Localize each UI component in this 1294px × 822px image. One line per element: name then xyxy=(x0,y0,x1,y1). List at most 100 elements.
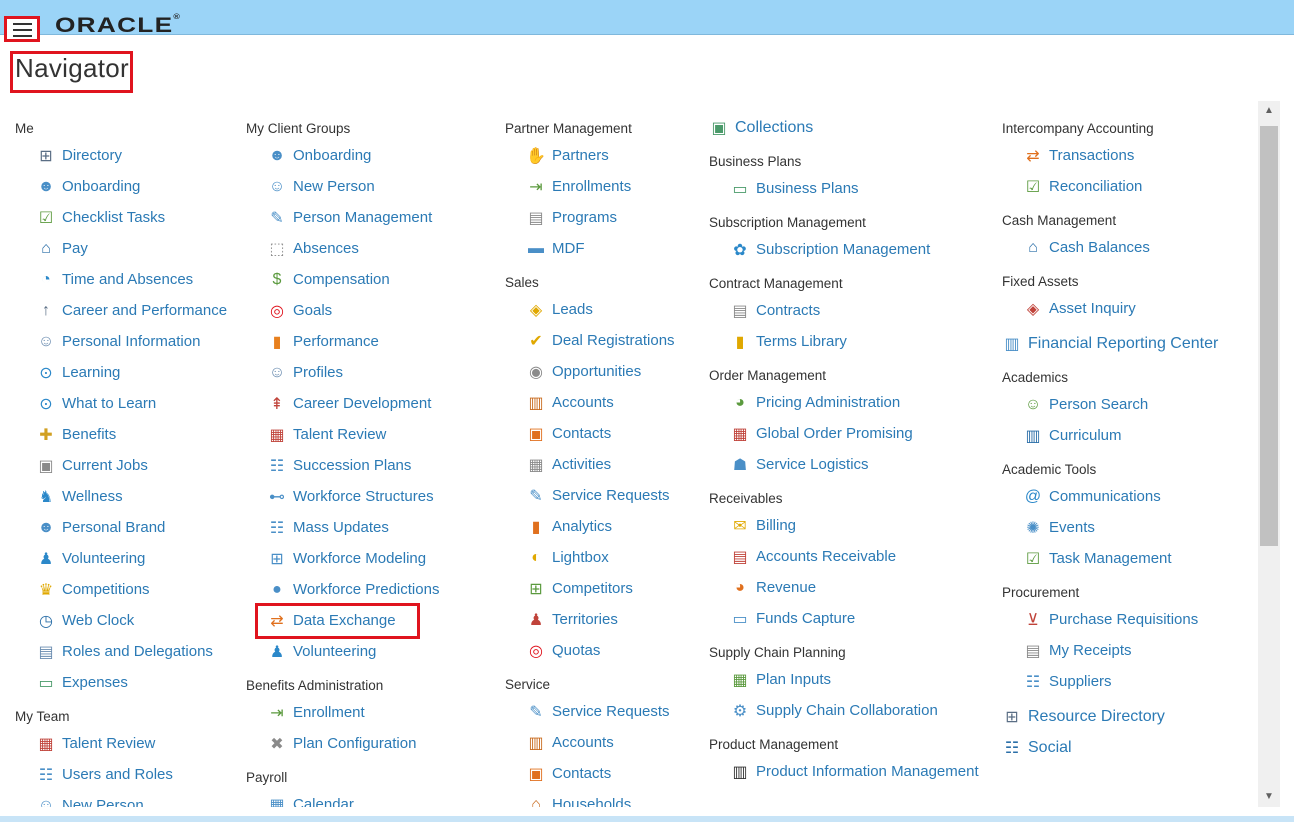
nav-item-compensation[interactable]: $ Compensation xyxy=(267,264,439,295)
nav-item-workforce-structures[interactable]: ⊷ Workforce Structures xyxy=(267,481,439,512)
nav-item-competitors[interactable]: ⊞ Competitors xyxy=(526,573,675,604)
nav-item-performance[interactable]: ▮ Performance xyxy=(267,326,439,357)
nav-item-succession-plans[interactable]: ☷ Succession Plans xyxy=(267,450,439,481)
nav-item-what-to-learn[interactable]: ⊙ What to Learn xyxy=(36,388,227,419)
nav-item-expenses[interactable]: ▭ Expenses xyxy=(36,667,227,698)
nav-item-asset-inquiry[interactable]: ◈ Asset Inquiry xyxy=(1023,293,1218,324)
nav-item-talent-review[interactable]: ▦ Talent Review xyxy=(267,419,439,450)
nav-item-volunteering[interactable]: ♟ Volunteering xyxy=(267,636,439,667)
nav-item-learning[interactable]: ⊙ Learning xyxy=(36,357,227,388)
nav-item-product-information-management[interactable]: ▥ Product Information Management xyxy=(730,756,978,787)
nav-item-volunteering[interactable]: ♟ Volunteering xyxy=(36,543,227,574)
nav-item-career-development[interactable]: ⇞ Career Development xyxy=(267,388,439,419)
nav-item-talent-review[interactable]: ▦ Talent Review xyxy=(36,728,227,759)
scroll-up-icon[interactable]: ▲ xyxy=(1258,101,1280,121)
nav-item-business-plans[interactable]: ▭ Business Plans xyxy=(730,173,979,204)
nav-item-onboarding[interactable]: ☻ Onboarding xyxy=(267,140,439,171)
vertical-scrollbar[interactable]: ▲ ▼ xyxy=(1258,101,1280,807)
nav-item-subscription-management[interactable]: ✿ Subscription Management xyxy=(730,234,979,265)
oracle-logo[interactable]: ORACLE® xyxy=(55,14,181,38)
nav-item-roles-and-delegations[interactable]: ▤ Roles and Delegations xyxy=(36,636,227,667)
nav-item-label: Workforce Structures xyxy=(293,488,434,505)
scroll-down-icon[interactable]: ▼ xyxy=(1258,787,1280,807)
nav-item-supply-chain-collaboration[interactable]: ⚙ Supply Chain Collaboration xyxy=(730,695,979,726)
nav-item-career-and-performance[interactable]: ↑ Career and Performance xyxy=(36,295,227,326)
nav-item-enrollments[interactable]: ⇥ Enrollments xyxy=(526,171,675,202)
nav-item-calendar[interactable]: ▦ Calendar xyxy=(267,789,439,807)
nav-item-reconciliation[interactable]: ☑ Reconciliation xyxy=(1023,171,1218,202)
nav-item-wellness[interactable]: ♞ Wellness xyxy=(36,481,227,512)
nav-item-pricing-administration[interactable]: ◕ Pricing Administration xyxy=(730,387,979,418)
nav-item-programs[interactable]: ▤ Programs xyxy=(526,202,675,233)
nav-item-accounts[interactable]: ▥ Accounts xyxy=(526,387,675,418)
nav-item-pay[interactable]: ⌂ Pay xyxy=(36,233,227,264)
nav-item-collections[interactable]: ▣ Collections xyxy=(709,112,979,143)
nav-item-personal-brand[interactable]: ☻ Personal Brand xyxy=(36,512,227,543)
nav-item-profiles[interactable]: ☺ Profiles xyxy=(267,357,439,388)
nav-item-contacts[interactable]: ▣ Contacts xyxy=(526,418,675,449)
nav-item-competitions[interactable]: ♛ Competitions xyxy=(36,574,227,605)
nav-item-service-requests[interactable]: ✎ Service Requests xyxy=(526,696,675,727)
nav-item-service-requests[interactable]: ✎ Service Requests xyxy=(526,480,675,511)
nav-item-leads[interactable]: ◈ Leads xyxy=(526,294,675,325)
nav-item-plan-inputs[interactable]: ▦ Plan Inputs xyxy=(730,664,979,695)
nav-item-checklist-tasks[interactable]: ☑ Checklist Tasks xyxy=(36,202,227,233)
nav-item-accounts-receivable[interactable]: ▤ Accounts Receivable xyxy=(730,541,979,572)
nav-item-contracts[interactable]: ▤ Contracts xyxy=(730,295,979,326)
nav-item-web-clock[interactable]: ◷ Web Clock xyxy=(36,605,227,636)
nav-item-resource-directory[interactable]: ⊞ Resource Directory xyxy=(1002,701,1218,732)
nav-item-mass-updates[interactable]: ☷ Mass Updates xyxy=(267,512,439,543)
menu-button[interactable] xyxy=(4,16,40,42)
nav-item-opportunities[interactable]: ◉ Opportunities xyxy=(526,356,675,387)
nav-item-transactions[interactable]: ⇄ Transactions xyxy=(1023,140,1218,171)
nav-item-analytics[interactable]: ▮ Analytics xyxy=(526,511,675,542)
nav-item-curriculum[interactable]: ▥ Curriculum xyxy=(1023,420,1218,451)
nav-item-cash-balances[interactable]: ⌂ Cash Balances xyxy=(1023,232,1218,263)
nav-item-onboarding[interactable]: ☻ Onboarding xyxy=(36,171,227,202)
nav-item-deal-registrations[interactable]: ✔ Deal Registrations xyxy=(526,325,674,356)
nav-item-activities[interactable]: ▦ Activities xyxy=(526,449,675,480)
nav-item-directory[interactable]: ⊞ Directory xyxy=(36,140,227,171)
nav-item-accounts[interactable]: ▥ Accounts xyxy=(526,727,675,758)
nav-item-financial-reporting-center[interactable]: ▥ Financial Reporting Center xyxy=(1002,328,1218,359)
nav-item-new-person[interactable]: ☺ New Person xyxy=(36,790,227,808)
group-heading-benefits-administration: Benefits Administration xyxy=(246,678,384,693)
nav-item-partners[interactable]: ✋ Partners xyxy=(526,140,675,171)
nav-item-contacts[interactable]: ▣ Contacts xyxy=(526,758,675,789)
nav-item-households[interactable]: ⌂ Households xyxy=(526,789,675,808)
nav-item-label: Plan Configuration xyxy=(293,735,417,752)
nav-item-terms-library[interactable]: ▮ Terms Library xyxy=(730,326,979,357)
nav-item-time-and-absences[interactable]: ◔ Time and Absences xyxy=(36,264,227,295)
nav-item-goals[interactable]: ◎ Goals xyxy=(267,295,439,326)
nav-item-quotas[interactable]: ◎ Quotas xyxy=(526,635,675,666)
nav-item-task-management[interactable]: ☑ Task Management xyxy=(1023,543,1218,574)
nav-item-person-management[interactable]: ✎ Person Management xyxy=(267,202,439,233)
nav-item-my-receipts[interactable]: ▤ My Receipts xyxy=(1023,635,1218,666)
nav-item-mdf[interactable]: ▬ MDF xyxy=(526,233,675,264)
nav-item-communications[interactable]: @ Communications xyxy=(1023,481,1218,512)
nav-item-benefits[interactable]: ✚ Benefits xyxy=(36,419,227,450)
nav-item-territories[interactable]: ♟ Territories xyxy=(526,604,675,635)
nav-item-current-jobs[interactable]: ▣ Current Jobs xyxy=(36,450,227,481)
nav-item-personal-information[interactable]: ☺ Personal Information xyxy=(36,326,227,357)
bar-chart-icon: ▮ xyxy=(272,333,282,351)
nav-item-service-logistics[interactable]: ☗ Service Logistics xyxy=(730,449,979,480)
scroll-thumb[interactable] xyxy=(1260,126,1278,546)
nav-item-workforce-predictions[interactable]: ● Workforce Predictions xyxy=(267,574,439,605)
nav-item-users-and-roles[interactable]: ☷ Users and Roles xyxy=(36,759,227,790)
nav-item-global-order-promising[interactable]: ▦ Global Order Promising xyxy=(730,418,979,449)
nav-item-person-search[interactable]: ☺ Person Search xyxy=(1023,389,1218,420)
nav-item-events[interactable]: ✺ Events xyxy=(1023,512,1218,543)
nav-item-revenue[interactable]: ◕ Revenue xyxy=(730,572,979,603)
nav-item-enrollment[interactable]: ⇥ Enrollment xyxy=(267,697,439,728)
nav-item-new-person[interactable]: ☺ New Person xyxy=(267,171,439,202)
nav-item-absences[interactable]: ⬚ Absences xyxy=(267,233,439,264)
nav-item-funds-capture[interactable]: ▭ Funds Capture xyxy=(730,603,979,634)
nav-item-lightbox[interactable]: ◐ Lightbox xyxy=(526,542,675,573)
nav-item-social[interactable]: ☷ Social xyxy=(1002,732,1218,763)
nav-item-suppliers[interactable]: ☷ Suppliers xyxy=(1023,666,1218,697)
nav-item-purchase-requisitions[interactable]: ⊻ Purchase Requisitions xyxy=(1023,604,1218,635)
nav-item-billing[interactable]: ✉ Billing xyxy=(730,510,979,541)
nav-item-plan-configuration[interactable]: ✖ Plan Configuration xyxy=(267,728,439,759)
nav-item-workforce-modeling[interactable]: ⊞ Workforce Modeling xyxy=(267,543,439,574)
